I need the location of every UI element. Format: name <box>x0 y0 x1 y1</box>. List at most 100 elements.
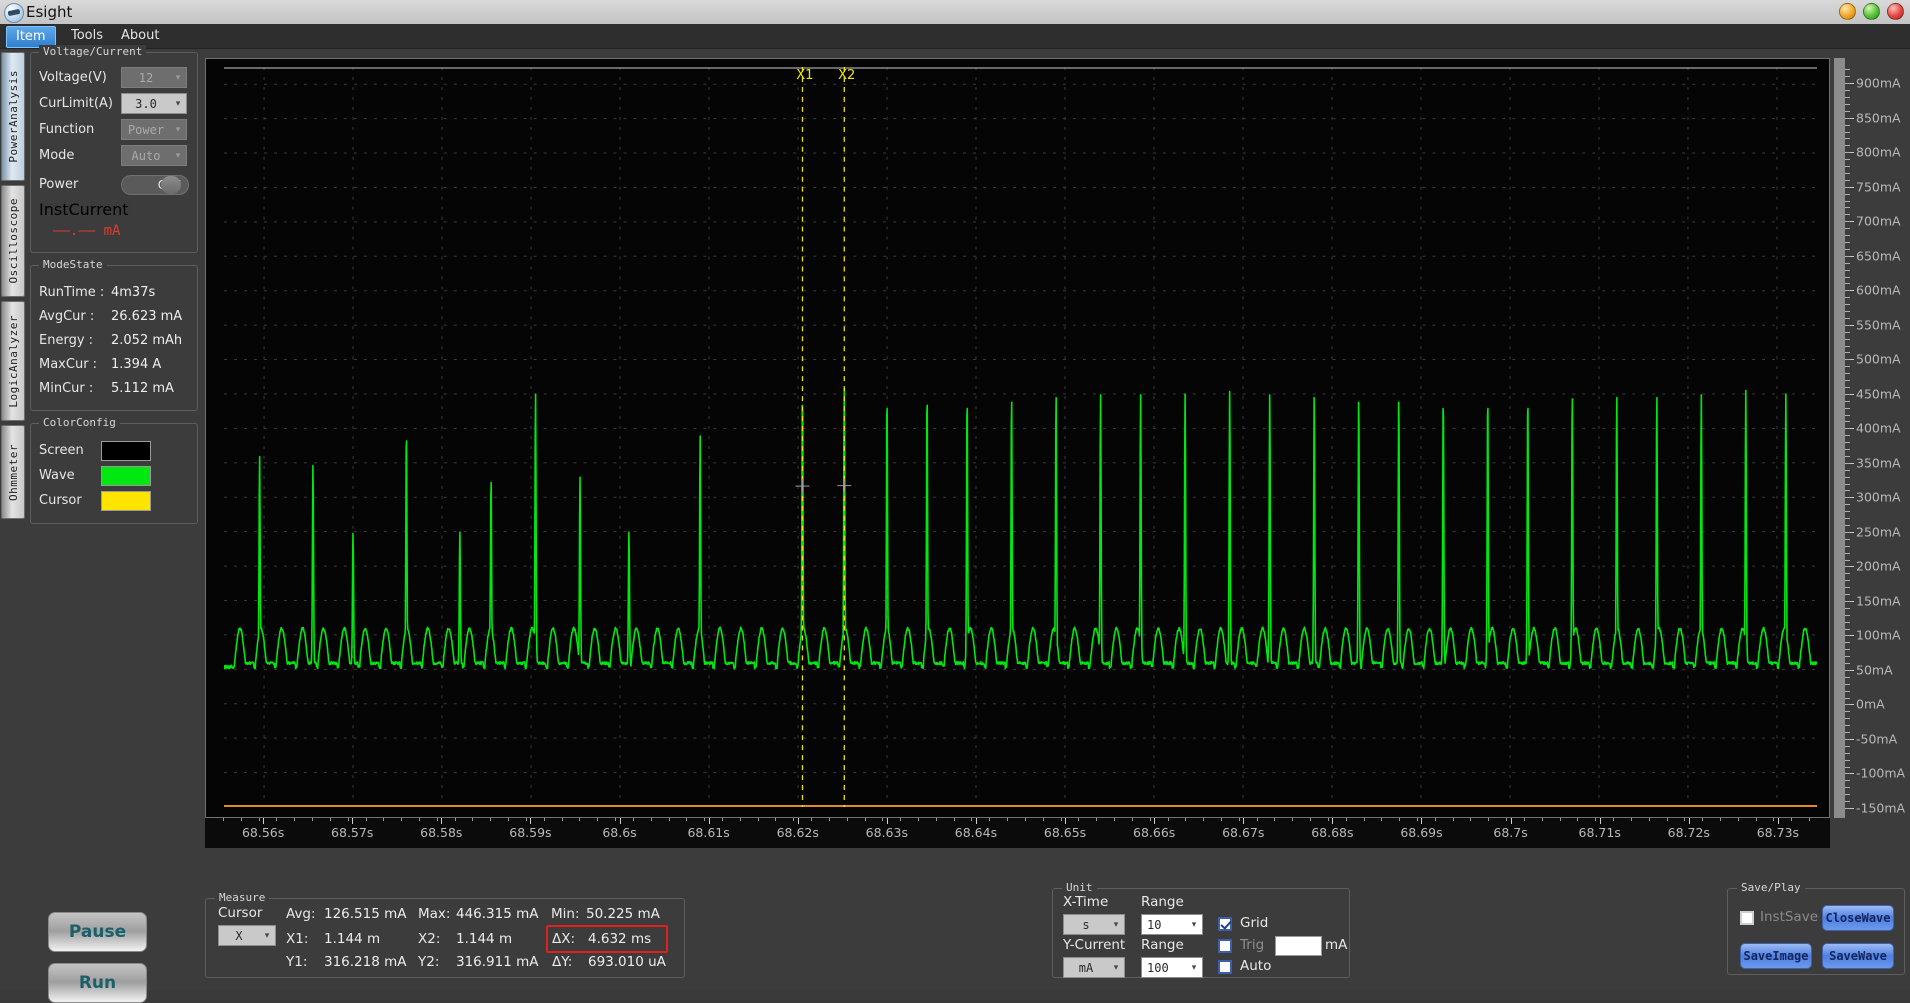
waveform-trace <box>224 387 1817 670</box>
x-axis-minor-tick <box>365 818 367 821</box>
menu-item-tools[interactable]: Tools <box>62 26 112 46</box>
x-axis-minor-tick <box>1327 818 1329 821</box>
saveimage-button[interactable]: SaveImage <box>1740 943 1812 969</box>
x-axis-minor-tick <box>525 818 527 821</box>
sidebar-tab-poweranalysis[interactable]: PowerAnalysis <box>1 52 25 181</box>
x-axis-minor-tick <box>1096 818 1098 821</box>
y-axis-minor-tick <box>1845 545 1850 547</box>
cursor-select[interactable]: X ▾ <box>218 925 276 946</box>
avg-label: Avg: <box>286 906 316 922</box>
y-axis-minor-tick <box>1845 311 1850 313</box>
x-axis-minor-tick <box>419 818 421 821</box>
y-axis-tick: -100mA <box>1856 765 1906 781</box>
saveplay-group: Save/Play InstSave CloseWave SaveImage S… <box>1727 881 1905 975</box>
y-axis-minor-tick <box>1845 780 1850 782</box>
y-axis-minor-tick <box>1845 621 1850 623</box>
x-axis-tick: 68.57s <box>331 825 374 840</box>
x-axis-minor-tick <box>1220 818 1222 821</box>
voltage-select[interactable]: 12 ▾ <box>121 67 187 88</box>
x-axis-minor-tick <box>846 818 848 821</box>
x-axis-minor-tick <box>312 818 314 821</box>
y-axis-minor-tick <box>1845 676 1850 678</box>
ycurrent-select[interactable]: mA ▾ <box>1063 957 1125 978</box>
cursor-x1-label: X1 <box>796 68 814 83</box>
y-axis-minor-tick <box>1845 490 1850 492</box>
sidebar-tab-logicanalyzer[interactable]: LogicAnalyzer <box>1 301 25 421</box>
voltage-current-title: Voltage/Current <box>39 45 147 58</box>
x-axis-tick-mark <box>1688 818 1690 824</box>
x-axis-minor-tick <box>223 818 224 821</box>
instsave-checkbox[interactable] <box>1740 911 1754 925</box>
y-axis-minor-tick <box>1845 255 1850 257</box>
y-axis: 900mA 850mA 800mA 750mA 700mA 650mA 600mA 550mA… <box>1830 58 1910 818</box>
screen-color-swatch[interactable] <box>101 440 151 461</box>
deltax-value: 4.632 ms <box>588 931 652 947</box>
sidebar-tab-oscilloscope[interactable]: Oscilloscope <box>1 185 25 297</box>
sidebar-tab-ohmmeter[interactable]: Ohmmeter <box>1 425 25 519</box>
y-axis-minor-tick <box>1845 587 1850 589</box>
power-toggle[interactable]: OFF <box>121 174 189 195</box>
y-axis-minor-tick <box>1845 518 1850 520</box>
sidebar-tab-poweranalysis-label: PowerAnalysis <box>6 70 20 163</box>
yrange-select[interactable]: 100 ▾ <box>1141 957 1203 978</box>
y2-label: Y2: <box>418 954 440 970</box>
y-axis-minor-tick <box>1845 511 1850 513</box>
x-axis-minor-tick <box>1203 818 1205 821</box>
title-bar: Esight <box>0 0 1910 25</box>
y-axis-minor-tick <box>1845 711 1850 713</box>
trig-input[interactable] <box>1275 936 1322 956</box>
y-axis-minor-tick <box>1845 718 1850 720</box>
menu-item-about[interactable]: About <box>112 26 168 46</box>
cursor-color-swatch[interactable] <box>101 490 151 511</box>
closewave-button[interactable]: CloseWave <box>1822 905 1894 931</box>
x-axis-tick: 68.66s <box>1133 825 1176 840</box>
pause-button[interactable]: Pause <box>48 912 147 952</box>
x-axis-minor-tick <box>579 818 581 821</box>
x-axis-minor-tick <box>1506 818 1508 821</box>
x-axis-tick: 68.7s <box>1493 825 1528 840</box>
y-axis-minor-tick <box>1845 276 1850 278</box>
y-axis-minor-tick <box>1845 808 1850 809</box>
y-axis-minor-tick <box>1845 200 1850 202</box>
y-axis-minor-tick <box>1845 352 1850 354</box>
savewave-button[interactable]: SaveWave <box>1822 943 1894 969</box>
close-icon[interactable] <box>1887 3 1904 20</box>
grid-checkbox[interactable] <box>1218 917 1232 931</box>
mincur-value: 5.112 mA <box>111 380 174 396</box>
instcurrent-value: ——.—— mA <box>53 223 121 239</box>
y-axis-minor-tick <box>1845 732 1850 734</box>
x-axis-minor-tick <box>1238 818 1240 821</box>
x-axis-minor-tick <box>739 818 741 821</box>
y-axis-minor-tick <box>1845 669 1850 671</box>
x-axis-minor-tick <box>1274 818 1276 821</box>
function-select[interactable]: Power ▾ <box>121 119 187 140</box>
y-axis-minor-tick <box>1845 317 1850 319</box>
y-axis-minor-tick <box>1845 759 1850 761</box>
chevron-down-icon: ▾ <box>1113 919 1119 930</box>
y-axis-tick: 550mA <box>1856 317 1901 333</box>
colorconfig-title: ColorConfig <box>39 416 120 429</box>
auto-checkbox[interactable] <box>1218 960 1232 974</box>
chevron-down-icon: ▾ <box>1191 919 1197 930</box>
wave-color-swatch[interactable] <box>101 465 151 486</box>
x-axis-minor-tick <box>811 818 813 821</box>
waveform-canvas[interactable] <box>224 67 1817 807</box>
maximize-icon[interactable] <box>1863 3 1880 20</box>
y-axis-minor-tick <box>1845 242 1850 243</box>
y-axis-minor-tick <box>1845 221 1850 223</box>
y-axis-minor-tick <box>1845 525 1850 526</box>
xrange-select[interactable]: 10 ▾ <box>1141 914 1203 935</box>
xtime-select[interactable]: s ▾ <box>1063 914 1125 935</box>
y-axis-minor-tick <box>1845 449 1850 451</box>
x-axis-tick-mark <box>1777 818 1779 824</box>
trig-checkbox[interactable] <box>1218 939 1232 953</box>
waveform-plot[interactable]: X1 X2 <box>205 58 1830 818</box>
runtime-value: 4m37s <box>111 284 156 300</box>
curlimit-row: CurLimit(A) 3.0 ▾ <box>39 91 189 116</box>
curlimit-select[interactable]: 3.0 ▾ <box>121 93 187 114</box>
x-axis-minor-tick <box>258 818 260 821</box>
mode-tab-strip: PowerAnalysis Oscilloscope LogicAnalyzer… <box>0 52 25 523</box>
run-button[interactable]: Run <box>48 963 147 1003</box>
minimize-icon[interactable] <box>1839 3 1856 20</box>
mode-select[interactable]: Auto ▾ <box>121 145 187 166</box>
